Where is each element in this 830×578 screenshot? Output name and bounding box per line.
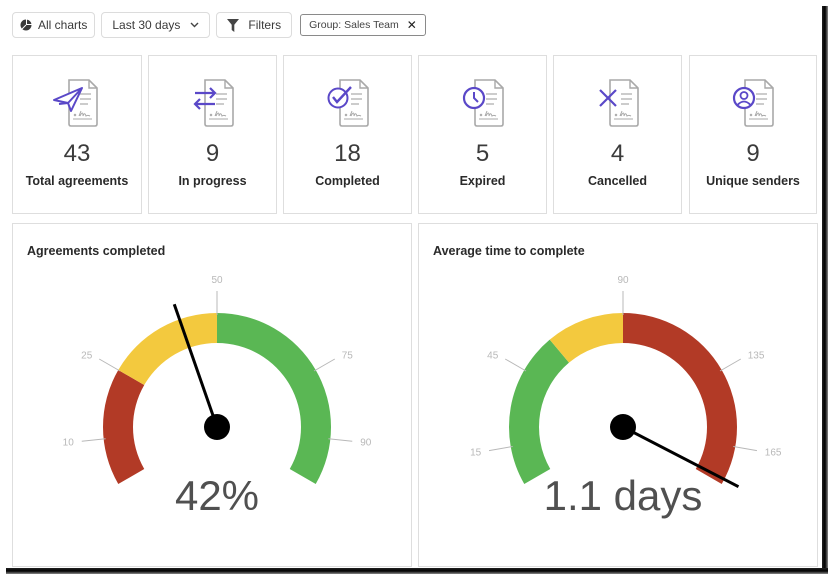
gauge-chart-agreements-completed: 10 25 50 75 90 42% [63,275,372,519]
chevron-down-icon [190,22,199,28]
gauge-value-label: 1.1 days [544,472,703,519]
all-charts-button[interactable]: All charts [12,12,96,38]
stat-card-unique-senders[interactable]: 9 Unique senders [689,55,817,214]
paper-plane-document-icon [49,78,105,128]
toolbar: All charts Last 30 days Filters Group: S… [12,12,426,38]
gauge-value-label: 42% [175,472,259,519]
gauge-tick-mark [328,438,353,442]
stat-label: Unique senders [706,174,800,188]
filter-chip-label: Group: Sales Team [309,19,399,31]
clock-document-icon [455,78,511,128]
stat-card-expired[interactable]: 5 Expired [418,55,547,214]
window-shadow-right [822,6,828,574]
stat-value: 43 [63,140,91,167]
stat-card-total-agreements[interactable]: 43 Total agreements [12,55,142,214]
filters-label: Filters [248,18,282,32]
stat-card-completed[interactable]: 18 Completed [283,55,412,214]
close-icon[interactable]: ✕ [407,18,417,32]
filters-button[interactable]: Filters [216,12,293,38]
gauge-band-1 [118,313,217,385]
date-range-dropdown[interactable]: Last 30 days [101,12,211,38]
gauge-tick-mark [504,358,527,372]
gauge-band-2 [217,313,331,484]
stat-value: 18 [334,140,361,167]
all-charts-label: All charts [38,18,88,32]
check-circle-document-icon [320,78,376,128]
gauge-tick-label: 45 [487,351,499,362]
stat-label: Total agreements [25,174,129,188]
gauge-tick-label: 15 [470,448,482,459]
gauge-tick-label: 75 [342,351,354,362]
gauge-tick-label: 165 [765,448,782,459]
pie-chart-icon [20,19,32,31]
gauge-tick-mark [719,358,742,372]
stat-label: Completed [315,174,380,188]
gauge-tick-label: 90 [617,275,629,286]
user-circle-document-icon [725,78,781,128]
stat-value: 5 [475,140,490,167]
gauge-card-agreements-completed: Agreements completed 10 25 50 75 90 42% [12,223,412,567]
stat-card-in-progress[interactable]: 9 In progress [148,55,277,214]
gauge-band-2 [623,313,737,484]
gauge-chart-average-time: 15 45 90 135 165 1.1 days [470,275,782,519]
x-document-icon [590,78,646,128]
gauge-band-0 [102,370,145,484]
arrows-exchange-document-icon [185,78,241,128]
gauge-tick-mark [733,445,758,452]
window-shadow-bottom [6,568,828,574]
gauge-band-0 [509,339,570,484]
gauge-tick-mark [313,358,336,372]
stat-label: Expired [459,174,506,188]
gauge-tick-label: 135 [748,351,765,362]
gauge-tick-label: 50 [211,275,223,286]
gauge-tick-label: 90 [360,438,372,449]
stat-value: 4 [610,140,625,167]
stat-label: Cancelled [587,174,648,188]
filter-chip-group: Group: Sales Team ✕ [300,14,426,36]
gauge-needle-hub [204,414,230,440]
stat-value: 9 [746,140,760,167]
gauge-tick-label: 25 [81,351,93,362]
stat-value: 9 [205,140,220,167]
stat-label: In progress [178,174,247,188]
stat-card-cancelled[interactable]: 4 Cancelled [553,55,682,214]
gauge-card-average-time: Average time to complete 15 45 90 135 165 1.1… [418,223,818,567]
gauge-needle-hub [610,414,636,440]
funnel-icon [227,18,240,32]
gauge-tick-mark [81,438,106,442]
gauge-tick-mark [488,445,513,452]
date-range-label: Last 30 days [112,18,181,32]
gauge-tick-label: 10 [63,438,75,449]
gauge-tick-mark [98,358,121,372]
